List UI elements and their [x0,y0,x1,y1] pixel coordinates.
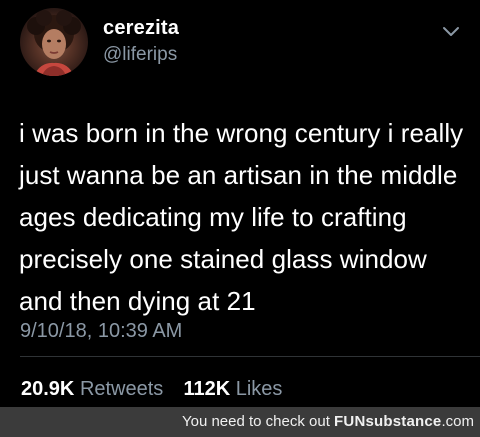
avatar[interactable] [20,8,88,76]
retweets-label: Retweets [79,378,164,400]
likes-count: 112K [183,378,231,400]
footer-brand-rest: substance [365,413,442,430]
footer-prefix: You need to check out [181,413,335,430]
retweets-count: 20.9K [21,378,75,400]
tweet-text: i was born in the wrong century i really… [19,118,464,316]
display-name[interactable]: cerezita [103,18,179,38]
retweets-stat[interactable]: 20.9K Retweets [21,378,169,400]
likes-label: Likes [235,378,283,400]
likes-stat[interactable]: 112K Likes [178,378,283,400]
chevron-down-icon[interactable] [442,25,460,39]
footer-banner: You need to check out FUNsubstance.com [0,407,480,437]
footer-brand[interactable]: FUNsubstance [334,413,441,430]
tweet-stats: 20.9K Retweets 112K Likes [21,379,282,399]
avatar-photo-icon [27,10,81,76]
tweet-card: cerezita @liferips i was born in the wro… [0,0,480,407]
footer-brand-fun: FUN [334,413,366,430]
footer-suffix: .com [441,413,474,430]
footer-content: You need to check out FUNsubstance.com [182,407,474,437]
tweet-timestamp[interactable]: 9/10/18, 10:39 AM [20,321,182,341]
user-handle[interactable]: @liferips [103,45,177,64]
divider [20,356,480,357]
